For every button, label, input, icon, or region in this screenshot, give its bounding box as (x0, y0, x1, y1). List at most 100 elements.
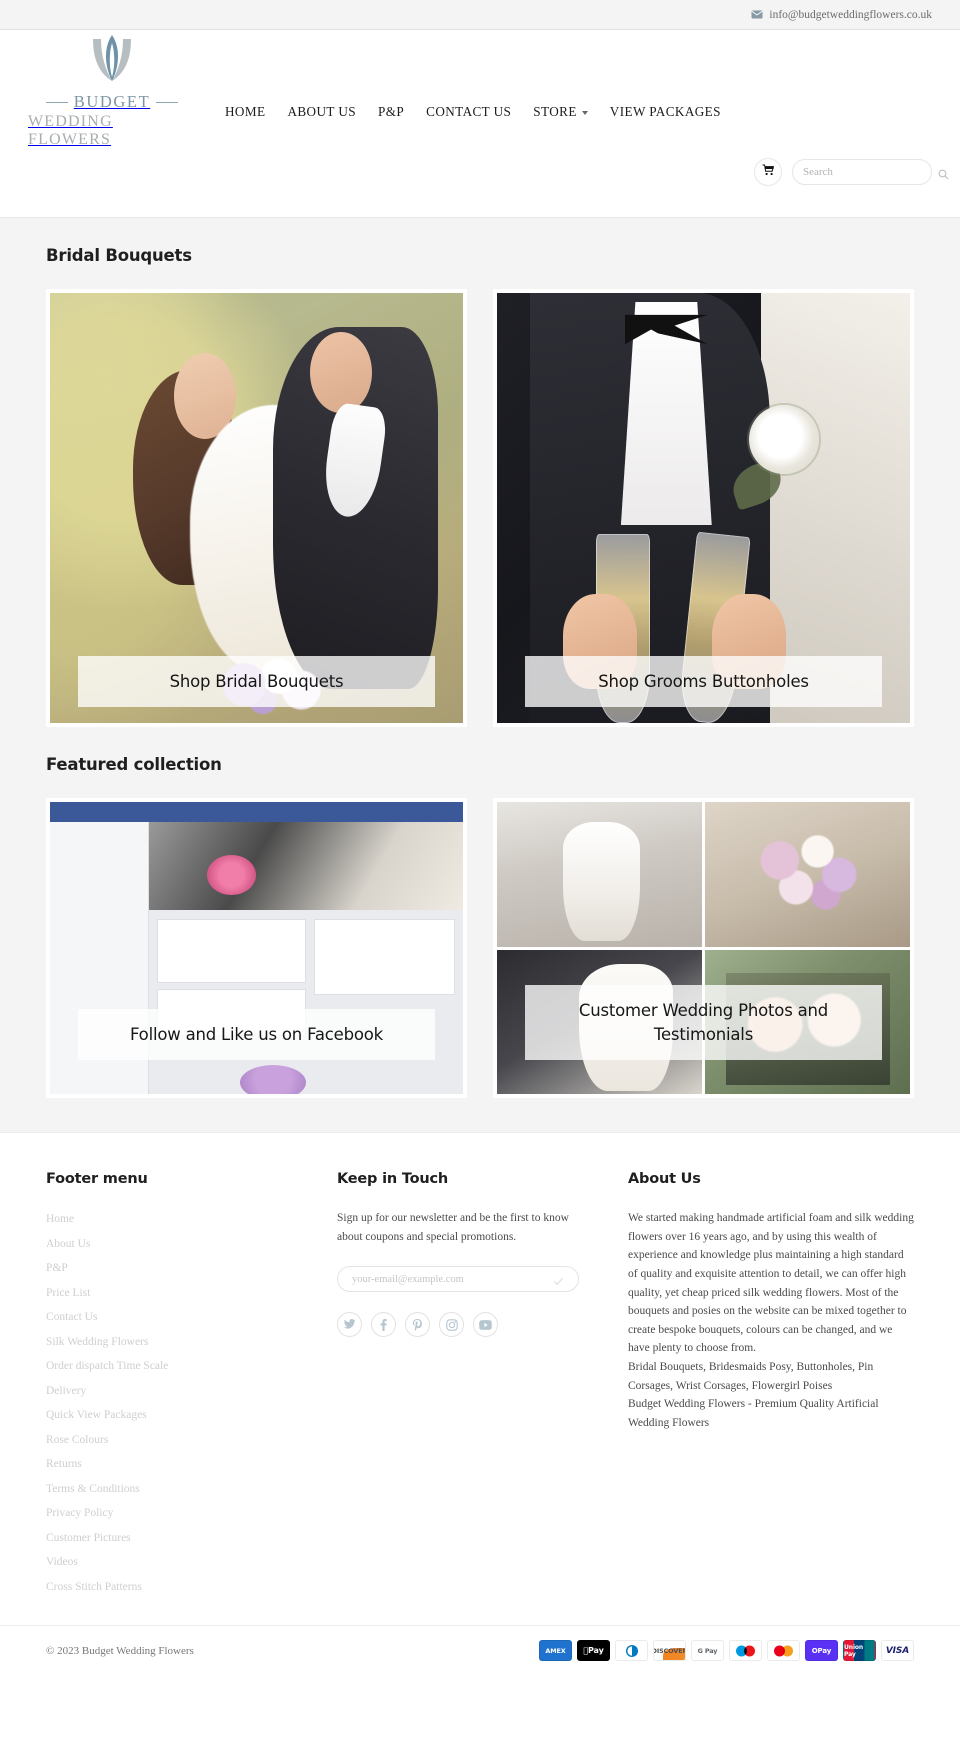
pinterest-icon[interactable] (405, 1312, 430, 1338)
instagram-icon[interactable] (439, 1312, 464, 1338)
logo-budget-line: BUDGET (45, 92, 179, 112)
amex-icon: AMEX (539, 1640, 572, 1661)
footer-link-contact-us[interactable]: Contact Us (46, 1311, 97, 1323)
list-item: Quick View Packages (46, 1405, 301, 1423)
social-links (337, 1312, 592, 1338)
list-item: Customer Pictures (46, 1528, 301, 1546)
footer-link-cross-stitch-patterns[interactable]: Cross Stitch Patterns (46, 1581, 142, 1593)
cart-button[interactable] (754, 158, 782, 186)
payment-label: Pay (585, 1646, 604, 1655)
list-item: Order dispatch Time Scale (46, 1356, 301, 1374)
chevron-down-icon (581, 111, 588, 115)
site-logo[interactable]: BUDGET WEDDING FLOWERS (28, 35, 196, 148)
card-customer-photos-testimonials[interactable]: Customer Wedding Photos and Testimonials (493, 798, 914, 1098)
nav-label: ABOUT US (287, 104, 356, 119)
footer-link-customer-pictures[interactable]: Customer Pictures (46, 1532, 131, 1544)
footer-link-terms-conditions[interactable]: Terms & Conditions (46, 1483, 140, 1495)
footer-bottom-bar: © 2023 Budget Wedding Flowers AMEX Pay … (0, 1625, 960, 1675)
nav-item-contact-us[interactable]: CONTACT US (415, 98, 522, 126)
list-item: Contact Us (46, 1307, 301, 1325)
youtube-icon[interactable] (473, 1312, 498, 1338)
footer-link-silk-wedding-flowers[interactable]: Silk Wedding Flowers (46, 1336, 148, 1348)
newsletter-description: Sign up for our newsletter and be the fi… (337, 1212, 569, 1243)
search-input[interactable] (803, 166, 938, 178)
footer-menu-column: Footer menu Home About Us P&P Price List… (46, 1171, 301, 1601)
card-shop-grooms-buttonholes[interactable]: Shop Grooms Buttonholes (493, 289, 914, 727)
footer-link-delivery[interactable]: Delivery (46, 1385, 86, 1397)
logo-brand-bottom: WEDDING FLOWERS (28, 113, 113, 148)
shop-pay-icon: OPay (805, 1640, 838, 1661)
footer-link-about-us[interactable]: About Us (46, 1238, 90, 1250)
facebook-icon[interactable] (371, 1312, 396, 1338)
main-content: Bridal Bouquets Shop Bridal Bouquets Sho… (0, 218, 960, 1132)
email-link[interactable]: info@budgetweddingflowers.co.uk (751, 9, 932, 21)
footer-link-home[interactable]: Home (46, 1213, 74, 1225)
email-text: info@budgetweddingflowers.co.uk (769, 8, 932, 21)
main-navigation: HOME ABOUT US P&P CONTACT US STORE VIEW … (214, 42, 732, 126)
site-footer: Footer menu Home About Us P&P Price List… (0, 1132, 960, 1625)
footer-link-quick-view-packages[interactable]: Quick View Packages (46, 1409, 147, 1421)
nav-label: CONTACT US (426, 104, 512, 119)
list-item: Rose Colours (46, 1430, 301, 1448)
footer-link-order-dispatch-time-scale[interactable]: Order dispatch Time Scale (46, 1360, 168, 1372)
footer-newsletter-column: Keep in Touch Sign up for our newsletter… (337, 1171, 592, 1601)
nav-item-pp[interactable]: P&P (367, 98, 415, 126)
footer-link-price-list[interactable]: Price List (46, 1287, 90, 1299)
nav-label: STORE (533, 104, 577, 119)
footer-about-title: About Us (628, 1171, 701, 1187)
newsletter-email-input[interactable] (352, 1273, 553, 1285)
nav-label: VIEW PACKAGES (609, 104, 721, 119)
list-item: Cross Stitch Patterns (46, 1577, 301, 1595)
footer-link-videos[interactable]: Videos (46, 1556, 78, 1568)
footer-link-privacy-policy[interactable]: Privacy Policy (46, 1507, 113, 1519)
footer-menu-title: Footer menu (46, 1171, 148, 1187)
check-icon[interactable] (553, 1274, 564, 1285)
payment-label: Union Pay (844, 1643, 864, 1658)
card-caption: Shop Bridal Bouquets (78, 655, 435, 707)
logo-brand-top: BUDGET (73, 92, 151, 111)
footer-link-rose-colours[interactable]: Rose Colours (46, 1434, 108, 1446)
search-box[interactable] (792, 159, 949, 185)
card-shop-bridal-bouquets[interactable]: Shop Bridal Bouquets (46, 289, 467, 727)
nav-item-about-us[interactable]: ABOUT US (276, 98, 367, 126)
site-header: BUDGET WEDDING FLOWERS HOME ABOUT US P&P… (0, 30, 960, 218)
payment-label: DISCOVER (653, 1646, 686, 1655)
card-follow-facebook[interactable]: Follow and Like us on Facebook (46, 798, 467, 1098)
twitter-icon[interactable] (337, 1312, 362, 1338)
list-item: P&P (46, 1258, 301, 1276)
nav-label: HOME (225, 104, 266, 119)
nav-item-home[interactable]: HOME (214, 98, 276, 126)
card-caption: Follow and Like us on Facebook (78, 1008, 435, 1060)
list-item: About Us (46, 1234, 301, 1252)
logo-rule-left (45, 101, 68, 103)
list-item: Home (46, 1209, 301, 1227)
shopping-cart-icon (762, 163, 775, 181)
apple-pay-icon: Pay (577, 1640, 610, 1661)
visa-icon: VISA (881, 1640, 914, 1661)
top-contact-bar: info@budgetweddingflowers.co.uk (0, 0, 960, 30)
mail-icon (751, 10, 763, 19)
footer-menu-list: Home About Us P&P Price List Contact Us … (46, 1209, 301, 1595)
list-item: Privacy Policy (46, 1503, 301, 1521)
list-item: Silk Wedding Flowers (46, 1332, 301, 1350)
list-item: Returns (46, 1454, 301, 1472)
google-pay-icon: G Pay (691, 1640, 724, 1661)
union-pay-icon: Union Pay (843, 1640, 876, 1661)
list-item: Price List (46, 1283, 301, 1301)
section-title-featured-collection: Featured collection (46, 755, 222, 774)
nav-item-store[interactable]: STORE (522, 98, 599, 126)
diners-club-icon (615, 1640, 648, 1661)
about-paragraph-3: Budget Wedding Flowers - Premium Quality… (628, 1398, 879, 1429)
footer-link-pp[interactable]: P&P (46, 1262, 68, 1274)
payment-label: VISA (885, 1645, 910, 1656)
nav-item-view-packages[interactable]: VIEW PACKAGES (599, 98, 732, 126)
about-paragraph-1: We started making handmade artificial fo… (628, 1212, 914, 1355)
newsletter-form[interactable] (337, 1266, 579, 1293)
header-tools (754, 158, 949, 186)
payment-methods: AMEX Pay DISCOVER G Pay OPay Union Pay … (539, 1640, 914, 1661)
footer-link-returns[interactable]: Returns (46, 1458, 82, 1470)
discover-icon: DISCOVER (653, 1640, 686, 1661)
search-icon (938, 167, 949, 180)
list-item: Videos (46, 1552, 301, 1570)
footer-keep-in-touch-title: Keep in Touch (337, 1171, 448, 1187)
